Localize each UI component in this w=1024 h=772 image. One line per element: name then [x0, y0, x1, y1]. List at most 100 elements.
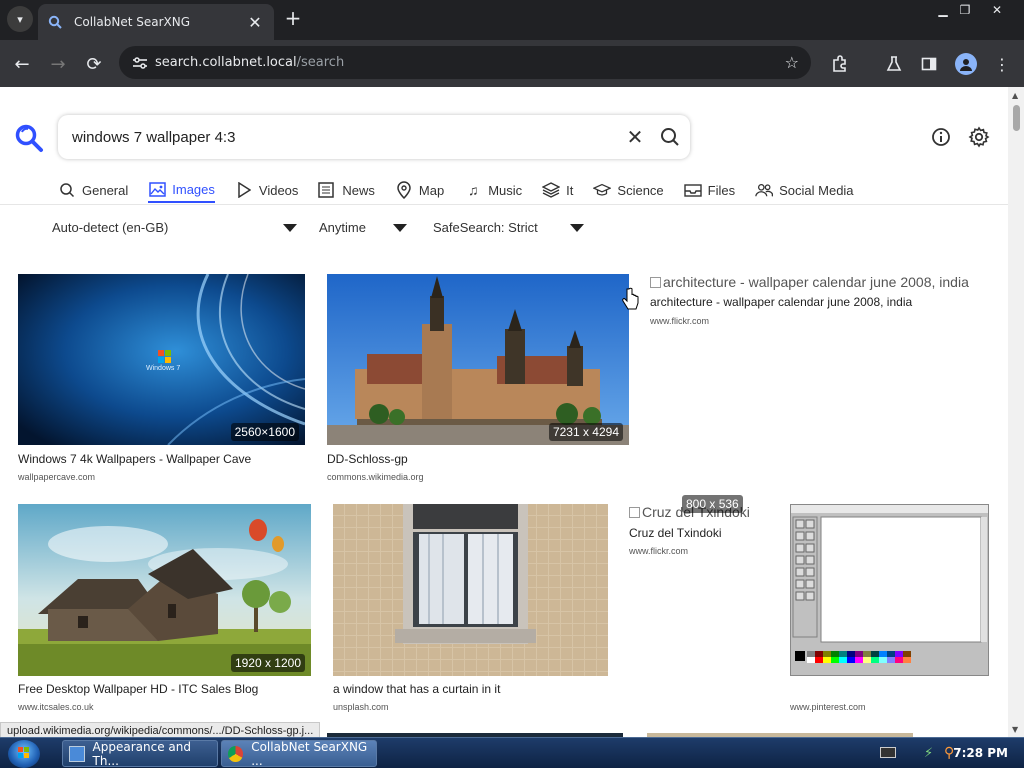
taskbar-item-browser[interactable]: CollabNet SearXNG ... — [221, 740, 377, 768]
tab-general[interactable]: General — [58, 177, 128, 203]
broken-image-icon — [629, 507, 640, 518]
result-source[interactable]: unsplash.com — [333, 702, 389, 712]
result-source[interactable]: wallpapercave.com — [18, 472, 95, 482]
scroll-down-arrow-icon[interactable]: ▼ — [1012, 725, 1018, 734]
result-title[interactable]: Free Desktop Wallpaper HD - ITC Sales Bl… — [18, 682, 258, 696]
info-icon[interactable] — [929, 125, 953, 149]
image-result[interactable]: architecture - wallpaper calendar june 2… — [650, 274, 990, 334]
tab-images[interactable]: Images — [148, 177, 215, 203]
result-title[interactable]: a window that has a curtain in it — [333, 682, 500, 696]
window-close-button[interactable]: ✕ — [982, 0, 1012, 20]
header-divider — [0, 204, 1008, 205]
settings-gear-icon[interactable] — [967, 125, 991, 149]
music-note-icon: ♫ — [467, 182, 479, 198]
tab-social-media[interactable]: Social Media — [755, 177, 854, 203]
result-source[interactable]: www.itcsales.co.uk — [18, 702, 94, 712]
browser-tab-strip: ▾ CollabNet SearXNG ✕ + ▁ ❐ ✕ — [0, 0, 1024, 40]
extensions-puzzle-icon[interactable] — [829, 53, 851, 75]
chrome-icon — [228, 745, 244, 762]
result-thumbnail[interactable]: Windows 7 2560×1600 — [18, 274, 305, 445]
layers-icon — [542, 181, 561, 199]
dresden-castle-image — [327, 274, 629, 445]
hand-cursor-icon — [622, 287, 639, 310]
tab-science[interactable]: Science — [593, 177, 664, 203]
search-icon — [58, 181, 76, 199]
image-result[interactable]: 7231 x 4294 DD-Schloss-gp commons.wikime… — [327, 274, 629, 484]
start-button[interactable] — [8, 740, 40, 768]
scroll-up-arrow-icon[interactable]: ▲ — [1012, 91, 1018, 100]
search-input[interactable] — [72, 128, 620, 146]
address-bar[interactable]: search.collabnet.local/search ☆ — [119, 46, 811, 79]
image-dimensions-badge: 7231 x 4294 — [548, 423, 623, 441]
windows-logo-icon — [18, 747, 29, 758]
search-filters: Auto-detect (en-GB) Anytime SafeSearch: … — [52, 220, 584, 235]
tab-files[interactable]: Files — [683, 177, 735, 203]
searxng-logo-icon[interactable] — [14, 123, 44, 153]
new-tab-button[interactable]: + — [282, 8, 304, 30]
tab-it[interactable]: It — [542, 177, 573, 203]
search-submit-icon[interactable] — [650, 127, 690, 147]
searxng-page: ✕ General Images Videos News Map ♫Music … — [0, 87, 1008, 737]
newspaper-icon — [318, 181, 336, 199]
language-select[interactable]: Auto-detect (en-GB) — [52, 220, 297, 235]
chevron-down-icon — [393, 223, 407, 232]
result-thumbnail[interactable]: 1920 x 1200 — [18, 504, 311, 676]
image-dimensions-badge: 2560×1600 — [230, 423, 299, 441]
side-panel-icon[interactable] — [918, 53, 940, 75]
image-result[interactable]: a window that has a curtain in it unspla… — [333, 504, 608, 714]
result-thumbnail[interactable]: 7231 x 4294 — [327, 274, 629, 445]
result-title[interactable]: architecture - wallpaper calendar june 2… — [650, 295, 912, 309]
tab-close-icon[interactable]: ✕ — [246, 13, 264, 32]
tab-music[interactable]: ♫ Music — [464, 177, 522, 203]
people-icon — [755, 181, 774, 199]
time-range-select[interactable]: Anytime — [319, 220, 407, 235]
keyboard-tray-icon[interactable] — [880, 747, 896, 758]
tab-videos[interactable]: Videos — [235, 177, 298, 203]
safesearch-select[interactable]: SafeSearch: Strict — [433, 220, 584, 235]
play-icon — [235, 181, 253, 199]
network-tray-icon[interactable]: ⚡ — [924, 746, 933, 761]
reload-button[interactable]: ⟳ — [82, 52, 106, 76]
result-title[interactable]: DD-Schloss-gp — [327, 452, 408, 466]
profile-avatar-icon[interactable] — [955, 53, 977, 75]
result-source[interactable]: www.flickr.com — [650, 316, 709, 326]
broken-image-alt-text: architecture - wallpaper calendar june 2… — [650, 274, 969, 290]
result-source[interactable]: commons.wikimedia.org — [327, 472, 424, 482]
image-result[interactable]: 1920 x 1200 Free Desktop Wallpaper HD - … — [18, 504, 311, 714]
result-source[interactable]: www.flickr.com — [629, 546, 688, 556]
tab-map[interactable]: Map — [395, 177, 444, 203]
scrollbar-thumb[interactable] — [1013, 105, 1020, 131]
searxng-favicon-icon — [48, 14, 64, 30]
result-title[interactable]: Cruz del Txindoki — [629, 526, 721, 540]
chevron-down-icon — [570, 223, 584, 232]
image-dimensions-badge: 1920 x 1200 — [230, 654, 305, 672]
image-result[interactable]: Windows 7 2560×1600 Windows 7 4k Wallpap… — [18, 274, 305, 484]
site-settings-icon[interactable] — [125, 56, 155, 70]
image-result[interactable]: Cruz del Txindoki 800 x 536 Cruz del Txi… — [629, 495, 779, 564]
result-thumbnail[interactable] — [790, 504, 989, 676]
browser-menu-icon[interactable]: ⋮ — [991, 53, 1013, 75]
labs-flask-icon[interactable] — [883, 53, 905, 75]
result-thumbnail[interactable] — [333, 504, 608, 676]
image-icon — [148, 180, 166, 198]
windows7-wallpaper-image: Windows 7 — [18, 274, 305, 445]
result-source[interactable]: www.pinterest.com — [790, 702, 866, 712]
clock[interactable]: 7:28 PM — [953, 746, 1008, 760]
old-barn-painting-image — [18, 504, 311, 676]
browser-tab[interactable]: CollabNet SearXNG ✕ — [38, 4, 274, 40]
back-button[interactable]: ← — [10, 52, 34, 76]
tab-search-button[interactable]: ▾ — [7, 6, 33, 32]
clear-search-icon[interactable]: ✕ — [620, 125, 650, 149]
ms-paint-screenshot-image — [791, 505, 988, 675]
result-title[interactable]: Windows 7 4k Wallpapers - Wallpaper Cave — [18, 452, 251, 466]
restore-button[interactable]: ❐ — [950, 0, 980, 20]
tab-news[interactable]: News — [318, 177, 375, 203]
category-tabs: General Images Videos News Map ♫ Music It… — [58, 177, 874, 203]
image-result[interactable]: www.pinterest.com — [790, 504, 989, 714]
page-scrollbar[interactable]: ▲ ▼ — [1008, 87, 1024, 737]
taskbar-item-appearance[interactable]: Appearance and Th... — [62, 740, 218, 768]
svg-text:Windows 7: Windows 7 — [146, 365, 180, 372]
tab-title: CollabNet SearXNG — [74, 15, 191, 29]
forward-button[interactable]: → — [46, 52, 70, 76]
bookmark-star-icon[interactable]: ☆ — [785, 53, 799, 72]
